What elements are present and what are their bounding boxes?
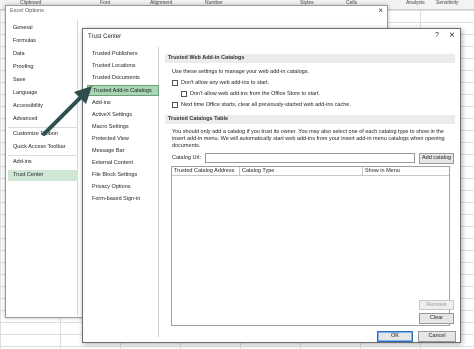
section-header-web-catalogs: Trusted Web Add-in Catalogs [165,54,455,63]
tc-nav-file-block-settings[interactable]: File Block Settings [87,170,159,181]
no-store-addins-label: Don't allow web add-ins from the Office … [190,91,320,97]
trust-center-title: Trust Center [88,34,122,40]
catalog-url-input[interactable] [205,153,415,163]
catalog-url-label: Catalog Url: [172,155,202,161]
column-header-address[interactable]: Trusted Catalog Address [172,167,240,176]
ok-button[interactable]: OK [377,331,413,342]
tc-nav-external-content[interactable]: External Content [87,158,159,169]
nav-item-proofing[interactable]: Proofing [8,62,78,73]
excel-options-nav: General Formulas Data Proofing Save Lang… [8,20,78,316]
catalogs-description-line: insert add-in menu. We will automaticall… [172,136,445,142]
nav-item-general[interactable]: General [8,23,78,34]
tc-nav-trusted-publishers[interactable]: Trusted Publishers [87,49,159,60]
column-header-show-in-menu[interactable]: Show in Menu [363,167,449,176]
add-catalog-button[interactable]: Add catalog [419,153,454,164]
ribbon-group-label: Analysis [406,0,425,6]
no-web-addins-checkbox[interactable] [172,80,178,86]
catalogs-description-line: You should only add a catalog if you tru… [172,129,444,135]
ribbon-group-label: Sensitivity [436,0,459,6]
web-section-intro: Use these settings to manage your web ad… [172,69,309,75]
nav-item-trust-center[interactable]: Trust Center [8,170,78,181]
annotation-arrow-icon [42,86,92,136]
close-icon[interactable]: × [449,30,455,41]
trust-center-dialog: Trust Center ? × Trusted Publishers Trus… [82,28,461,343]
help-icon[interactable]: ? [435,32,439,39]
tc-nav-message-bar[interactable]: Message Bar [87,146,159,157]
column-header-type[interactable]: Catalog Type [240,167,363,176]
clear-cache-label: Next time Office starts, clear all previ… [181,102,351,108]
excel-options-titlebar: Excel Options × [6,6,387,18]
no-web-addins-label: Don't allow any web add-ins to start. [181,80,270,86]
clear-button[interactable]: Clear [419,313,454,324]
cancel-button[interactable]: Cancel [418,331,456,342]
tc-nav-trusted-locations[interactable]: Trusted Locations [87,61,159,72]
excel-options-title: Excel Options [10,8,44,14]
tc-nav-form-based-sign-in[interactable]: Form-based Sign-in [87,194,159,205]
section-header-catalogs-table: Trusted Catalogs Table [165,115,455,124]
remove-button[interactable]: Remove [419,300,454,310]
nav-item-data[interactable]: Data [8,49,78,60]
nav-item-add-ins[interactable]: Add-ins [8,157,78,168]
tc-nav-privacy-options[interactable]: Privacy Options [87,182,159,193]
nav-divider [8,155,78,156]
clear-cache-checkbox[interactable] [172,102,178,108]
trusted-catalogs-table: Trusted Catalog Address Catalog Type Sho… [171,166,450,326]
catalogs-description-line: documents. [172,143,201,149]
close-icon[interactable]: × [378,6,383,15]
no-store-addins-checkbox[interactable] [181,91,187,97]
nav-item-formulas[interactable]: Formulas [8,36,78,47]
nav-item-quick-access-toolbar[interactable]: Quick Access Toolbar [8,142,78,153]
